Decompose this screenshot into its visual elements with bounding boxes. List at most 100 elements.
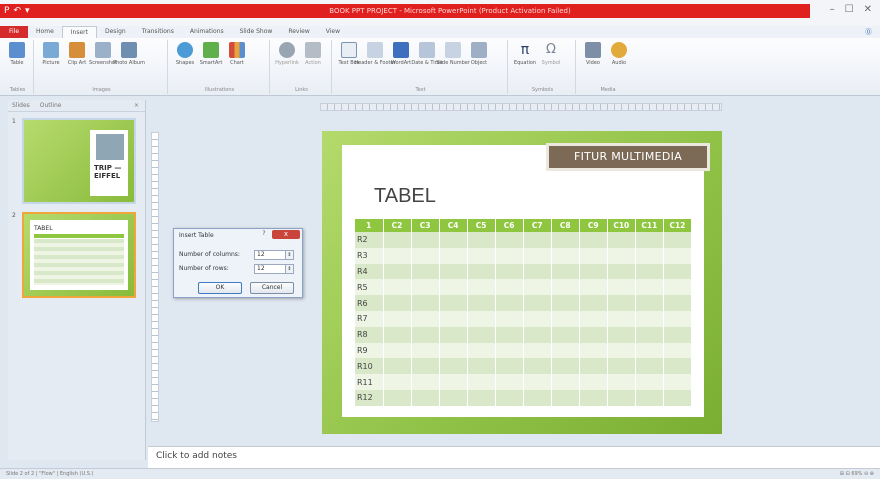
table-cell[interactable]: [579, 374, 608, 390]
table-cell[interactable]: [495, 263, 524, 280]
table-cell[interactable]: [663, 342, 693, 359]
table-cell[interactable]: R10: [355, 358, 384, 375]
close-icon[interactable]: ✕: [864, 4, 872, 15]
table-cell[interactable]: [383, 326, 412, 343]
chart-button[interactable]: Chart: [226, 42, 248, 66]
table-header-cell[interactable]: C8: [551, 219, 580, 232]
table-cell[interactable]: [635, 263, 664, 280]
table-cell[interactable]: [635, 326, 664, 343]
table-cell[interactable]: R6: [355, 295, 384, 311]
table-cell[interactable]: [467, 232, 496, 248]
table-cell[interactable]: R11: [355, 374, 384, 390]
table-header-cell[interactable]: C11: [635, 219, 664, 232]
table-cell[interactable]: [579, 326, 608, 343]
table-cell[interactable]: [467, 310, 496, 327]
table-cell[interactable]: [663, 263, 693, 280]
table-cell[interactable]: [635, 247, 664, 264]
table-cell[interactable]: [635, 358, 664, 375]
table-cell[interactable]: R8: [355, 326, 384, 343]
table-cell[interactable]: R12: [355, 389, 384, 406]
table-cell[interactable]: [579, 295, 608, 311]
maximize-icon[interactable]: ☐: [845, 4, 854, 15]
table-cell[interactable]: [411, 374, 440, 390]
help-button[interactable]: ?: [258, 230, 270, 239]
table-header-cell[interactable]: C7: [523, 219, 552, 232]
ok-button[interactable]: OK: [198, 282, 242, 294]
table-cell[interactable]: [579, 342, 608, 359]
table-cell[interactable]: [607, 295, 636, 311]
help-icon[interactable]: ⓪: [865, 27, 880, 37]
table-cell[interactable]: [635, 310, 664, 327]
table-cell[interactable]: [383, 295, 412, 311]
table-cell[interactable]: [663, 326, 693, 343]
table-cell[interactable]: R9: [355, 342, 384, 359]
table-cell[interactable]: [495, 232, 524, 248]
cancel-button[interactable]: Cancel: [250, 282, 294, 294]
object-button[interactable]: Object: [468, 42, 490, 66]
table-cell[interactable]: [495, 247, 524, 264]
table-cell[interactable]: [607, 358, 636, 375]
table-cell[interactable]: [551, 389, 580, 406]
table-cell[interactable]: [383, 247, 412, 264]
table-cell[interactable]: [439, 326, 468, 343]
table-cell[interactable]: [551, 358, 580, 375]
table-cell[interactable]: [663, 358, 693, 375]
table-cell[interactable]: R4: [355, 263, 384, 280]
tab-outline[interactable]: Outline: [40, 102, 62, 109]
table-cell[interactable]: [663, 374, 693, 390]
table-cell[interactable]: [495, 279, 524, 296]
tab-review[interactable]: Review: [280, 26, 317, 38]
table-cell[interactable]: [635, 374, 664, 390]
columns-spinner[interactable]: 12 ⇕: [254, 250, 294, 260]
table-cell[interactable]: [551, 374, 580, 390]
table-header-cell[interactable]: C12: [663, 219, 693, 232]
table-cell[interactable]: [523, 358, 552, 375]
table-cell[interactable]: [495, 310, 524, 327]
table-cell[interactable]: [467, 358, 496, 375]
shapes-button[interactable]: Shapes: [174, 42, 196, 66]
spin-arrows-icon[interactable]: ⇕: [285, 265, 293, 273]
table-button[interactable]: Table: [6, 42, 28, 66]
table-cell[interactable]: [467, 374, 496, 390]
table-cell[interactable]: [495, 374, 524, 390]
table-cell[interactable]: [495, 326, 524, 343]
table-cell[interactable]: [383, 232, 412, 248]
date-time-button[interactable]: Date & Time: [411, 42, 443, 66]
table-cell[interactable]: [663, 389, 693, 406]
dialog-close-button[interactable]: x: [272, 230, 300, 239]
table-cell[interactable]: [579, 232, 608, 248]
table-cell[interactable]: [383, 358, 412, 375]
symbol-button[interactable]: Ω Symbol: [540, 42, 562, 66]
table-cell[interactable]: [551, 232, 580, 248]
table-cell[interactable]: R2: [355, 232, 384, 248]
table-cell[interactable]: [523, 279, 552, 296]
table-cell[interactable]: [439, 232, 468, 248]
table-cell[interactable]: [551, 295, 580, 311]
table-cell[interactable]: R5: [355, 279, 384, 296]
table-cell[interactable]: [663, 247, 693, 264]
table-cell[interactable]: R3: [355, 247, 384, 264]
table-cell[interactable]: [551, 263, 580, 280]
table-cell[interactable]: [495, 358, 524, 375]
slide-canvas[interactable]: FITUR MULTIMEDIA TABEL 1 C2 C3 C4 C5 C6 C7 C8 C9…: [322, 131, 722, 434]
table-cell[interactable]: [635, 279, 664, 296]
table-header-cell[interactable]: C2: [383, 219, 412, 232]
table-cell[interactable]: [523, 310, 552, 327]
table-cell[interactable]: [579, 247, 608, 264]
tab-view[interactable]: View: [318, 26, 348, 38]
table-cell[interactable]: [579, 279, 608, 296]
picture-button[interactable]: Picture: [40, 42, 62, 66]
tab-slides[interactable]: Slides: [12, 102, 30, 109]
wordart-button[interactable]: WordArt: [390, 42, 412, 66]
table-cell[interactable]: [551, 247, 580, 264]
table-cell[interactable]: [411, 247, 440, 264]
header-footer-button[interactable]: Header & Footer: [354, 42, 396, 66]
table-cell[interactable]: R7: [355, 310, 384, 327]
table-cell[interactable]: [467, 279, 496, 296]
slide-number-button[interactable]: Slide Number: [436, 42, 470, 66]
table-cell[interactable]: [523, 342, 552, 359]
table-cell[interactable]: [551, 342, 580, 359]
table-header-cell[interactable]: C3: [411, 219, 440, 232]
table-cell[interactable]: [495, 389, 524, 406]
table-cell[interactable]: [523, 247, 552, 264]
